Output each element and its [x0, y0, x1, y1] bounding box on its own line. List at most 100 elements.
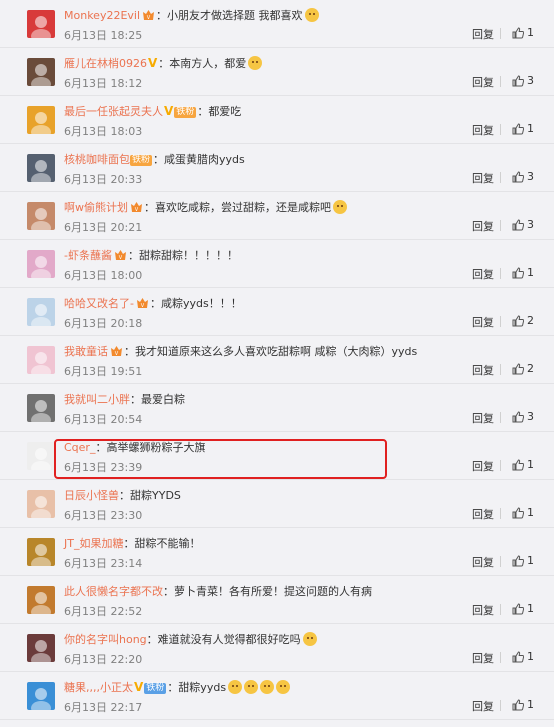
member-badge-icon: V [111, 346, 122, 357]
comment-colon: ： [149, 297, 161, 310]
like-button[interactable]: 1 [512, 554, 534, 567]
like-count: 1 [527, 506, 534, 519]
divider [500, 604, 501, 615]
username-link[interactable]: 最后一任张起灵夫人 [64, 105, 163, 118]
comment-line: 最后一任张起灵夫人V 铁粉 ：都爱吃 [64, 104, 241, 119]
reply-button[interactable]: 回复 [472, 650, 494, 666]
comment-row: 糖果,,,,小正太V 铁粉 ：甜粽yyds 6月13日 22:17 回复 1 [0, 672, 554, 720]
reply-button[interactable]: 回复 [472, 218, 494, 234]
comment-date: 6月13日 18:25 [64, 29, 143, 42]
member-badge-icon: V [131, 202, 142, 213]
comment-row: 核桃咖啡面包 铁粉 ：咸蛋黄腊肉yyds 6月13日 20:33 回复 3 [0, 144, 554, 192]
avatar[interactable] [27, 394, 55, 422]
like-count: 1 [527, 554, 534, 567]
username-link[interactable]: 你的名字叫hong [64, 633, 147, 646]
comment-line: 啊w偷熊计划 V ：喜欢吃咸粽，尝过甜粽，还是咸粽吧 [64, 200, 347, 215]
reply-button[interactable]: 回复 [472, 122, 494, 138]
reply-button[interactable]: 回复 [472, 74, 494, 90]
username-link[interactable]: 日辰小怪兽 [64, 489, 119, 502]
comment-row: Monkey22Evil V ：小朋友才做选择题 我都喜欢 6月13日 18:25 回复… [0, 0, 554, 48]
avatar[interactable] [27, 58, 55, 86]
username-link[interactable]: JT_如果加糖 [64, 537, 123, 550]
verified-v-icon: V [134, 680, 144, 694]
comment-text: 甜粽不能输！ [134, 537, 201, 550]
username-link[interactable]: 核桃咖啡面包 [64, 153, 130, 166]
reply-button[interactable]: 回复 [472, 410, 494, 426]
comment-text: 甜粽YYDS [130, 489, 181, 502]
like-button[interactable]: 1 [512, 122, 534, 135]
avatar[interactable] [27, 250, 55, 278]
comment-colon: ： [144, 201, 155, 214]
username-link[interactable]: 哈哈又改名了- [64, 297, 134, 310]
comment-date: 6月13日 23:14 [64, 557, 143, 570]
reply-button[interactable]: 回复 [472, 170, 494, 186]
emoji-icon [228, 680, 243, 694]
avatar[interactable] [27, 586, 55, 614]
like-button[interactable]: 3 [512, 218, 534, 231]
avatar[interactable] [27, 10, 55, 38]
avatar[interactable] [27, 346, 55, 374]
avatar[interactable] [27, 298, 55, 326]
avatar[interactable] [27, 106, 55, 134]
avatar[interactable] [27, 442, 55, 470]
username-link[interactable]: Monkey22Evil [64, 9, 140, 22]
like-button[interactable]: 1 [512, 266, 534, 279]
like-button[interactable]: 1 [512, 602, 534, 615]
svg-text:V: V [141, 303, 145, 309]
like-button[interactable]: 3 [512, 170, 534, 183]
like-button[interactable]: 3 [512, 410, 534, 423]
avatar[interactable] [27, 490, 55, 518]
reply-button[interactable]: 回复 [472, 602, 494, 618]
reply-button[interactable]: 回复 [472, 266, 494, 282]
comment-text: 小朋友才做选择题 我都喜欢 [167, 9, 303, 22]
comment-row: 日辰小怪兽：甜粽YYDS 6月13日 23:30 回复 1 [0, 480, 554, 528]
username-link[interactable]: 我就叫二小胖 [64, 393, 130, 406]
comment-text: 喜欢吃咸粽，尝过甜粽，还是咸粽吧 [155, 201, 331, 214]
comment-text: 咸蛋黄腊肉yyds [164, 153, 245, 166]
fan-badge: 铁粉 [144, 683, 167, 694]
avatar[interactable] [27, 538, 55, 566]
like-button[interactable]: 1 [512, 650, 534, 663]
like-button[interactable]: 2 [512, 362, 534, 375]
avatar[interactable] [27, 154, 55, 182]
username-link[interactable]: -虾条蘸酱 [64, 249, 112, 262]
reply-button[interactable]: 回复 [472, 506, 494, 522]
like-button[interactable]: 2 [512, 314, 534, 327]
username-link[interactable]: 糖果,,,,小正太 [64, 681, 133, 694]
like-count: 1 [527, 698, 534, 711]
divider [500, 172, 501, 183]
username-link[interactable]: 啊w偷熊计划 [64, 201, 128, 214]
like-button[interactable]: 1 [512, 458, 534, 471]
comment-line: 我就叫二小胖：最爱白粽 [64, 392, 185, 407]
emoji-icon [304, 8, 319, 22]
avatar[interactable] [27, 682, 55, 710]
username-link[interactable]: 雁儿在林梢0926 [64, 57, 147, 70]
comment-text: 咸粽yyds！！！ [160, 297, 242, 310]
username-link[interactable]: 我敢童话 [64, 345, 108, 358]
comment-colon: ： [127, 249, 139, 262]
avatar[interactable] [27, 634, 55, 662]
avatar[interactable] [27, 202, 55, 230]
svg-text:V: V [119, 255, 123, 261]
comment-line: -虾条蘸酱 V ：甜粽甜粽！！！！！ [64, 248, 238, 263]
reply-button[interactable]: 回复 [472, 362, 494, 378]
reply-button[interactable]: 回复 [472, 554, 494, 570]
like-count: 1 [527, 122, 534, 135]
reply-button[interactable]: 回复 [472, 458, 494, 474]
comment-date: 6月13日 20:54 [64, 413, 143, 426]
like-button[interactable]: 1 [512, 698, 534, 711]
comment-text: 都爱吃 [208, 105, 242, 118]
like-button[interactable]: 3 [512, 74, 534, 87]
like-button[interactable]: 1 [512, 506, 534, 519]
thumbs-up-icon [512, 362, 524, 374]
like-button[interactable]: 1 [512, 26, 534, 39]
reply-button[interactable]: 回复 [472, 698, 494, 714]
reply-button[interactable]: 回复 [472, 314, 494, 330]
like-count: 2 [527, 314, 534, 327]
username-link[interactable]: 此人很懒名字都不改 [64, 585, 163, 598]
thumbs-up-icon [512, 458, 524, 470]
like-count: 1 [527, 26, 534, 39]
comment-date: 6月13日 22:17 [64, 701, 143, 714]
svg-text:V: V [115, 351, 119, 357]
reply-button[interactable]: 回复 [472, 26, 494, 42]
